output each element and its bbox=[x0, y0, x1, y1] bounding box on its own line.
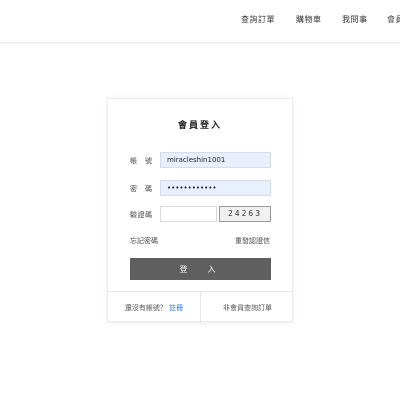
login-card-footer: 還沒有帳號？ 註冊 非會員查詢訂單 bbox=[108, 291, 292, 323]
login-card: 會員登入 帳 號 密 碼 驗證碼 24263 忘記密碼 重發認證信 登 入 還沒… bbox=[107, 98, 293, 323]
login-title: 會員登入 bbox=[177, 121, 222, 131]
nav-item-inquiry[interactable]: 我問事 bbox=[342, 14, 368, 25]
captcha-label: 驗證碼 bbox=[130, 211, 153, 219]
password-label: 密 碼 bbox=[130, 185, 153, 193]
register-link[interactable]: 註冊 bbox=[169, 304, 183, 312]
login-button[interactable]: 登 入 bbox=[130, 258, 271, 280]
account-input[interactable] bbox=[160, 152, 271, 168]
no-account-text: 還沒有帳號？ bbox=[124, 304, 167, 312]
non-member-order-link[interactable]: 非會員查詢訂單 bbox=[201, 303, 294, 313]
nav-item-cart[interactable]: 購物車 bbox=[296, 14, 322, 25]
password-input[interactable] bbox=[160, 180, 271, 196]
register-prompt: 還沒有帳號？ 註冊 bbox=[108, 303, 200, 313]
nav-item-order-query[interactable]: 查詢訂單 bbox=[241, 14, 275, 25]
captcha-input[interactable] bbox=[160, 206, 217, 222]
account-label: 帳 號 bbox=[130, 157, 153, 165]
nav-item-member[interactable]: 會員 bbox=[387, 14, 400, 25]
top-navigation: 查詢訂單 購物車 我問事 會員 bbox=[0, 0, 400, 42]
forgot-password-link[interactable]: 忘記密碼 bbox=[130, 236, 158, 246]
resend-verification-link[interactable]: 重發認證信 bbox=[235, 236, 270, 246]
captcha-image[interactable]: 24263 bbox=[219, 206, 271, 222]
